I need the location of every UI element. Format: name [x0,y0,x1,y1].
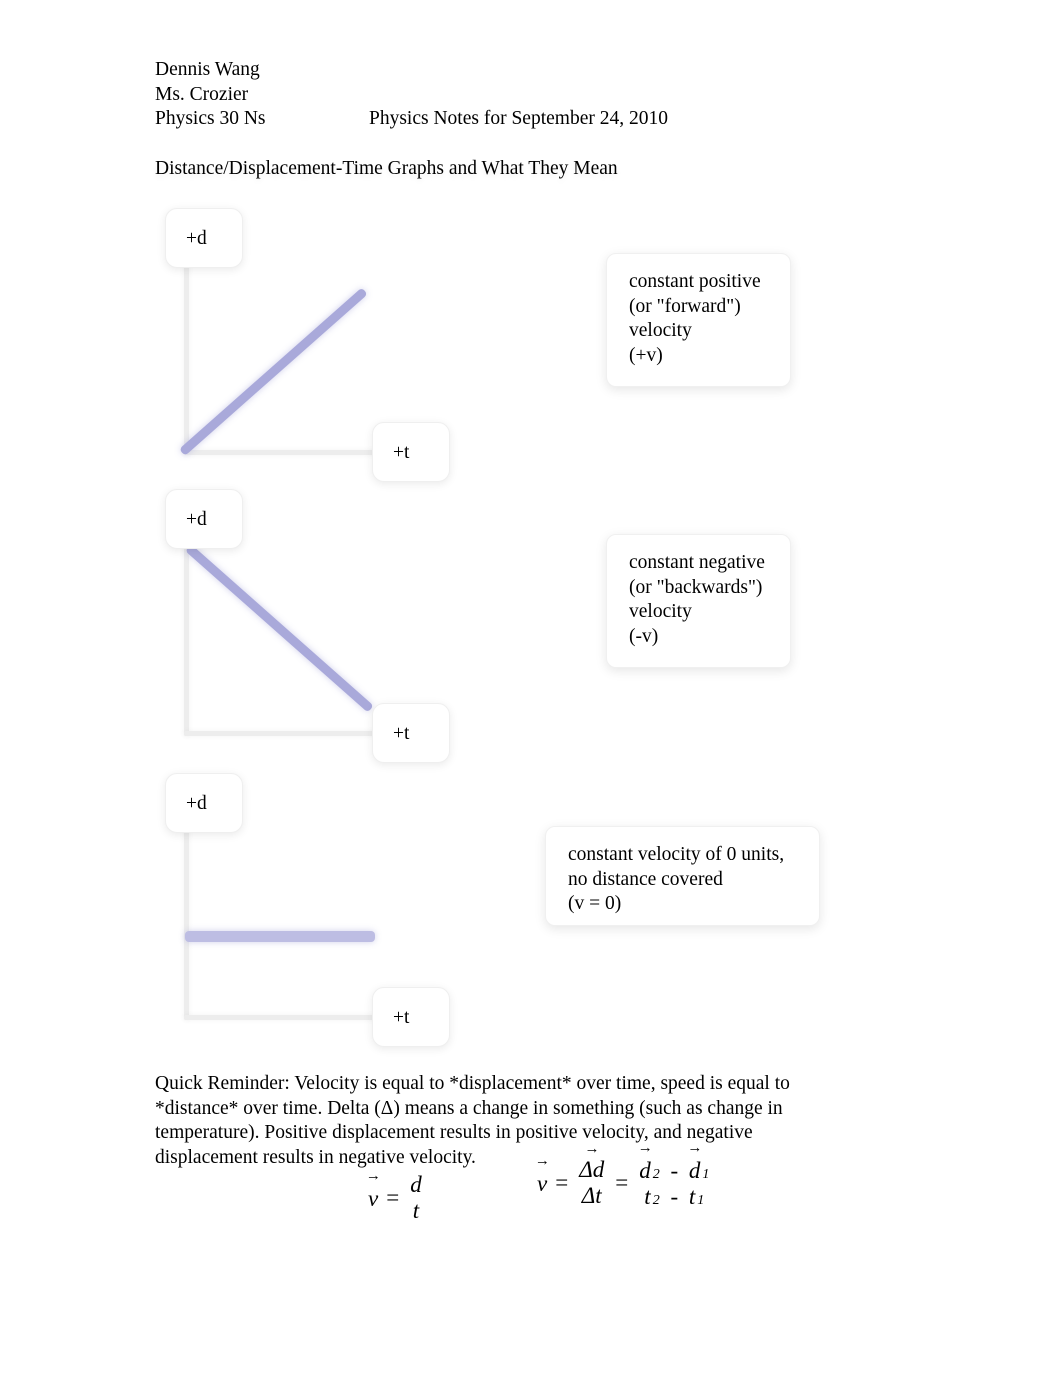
y-axis-label-box: +d [165,208,243,268]
formula-d2-vector: d [639,1156,651,1184]
reminder-paragraph: Quick Reminder: Velocity is equal to *di… [155,1073,790,1168]
formula-expanded-numerator: d2 - d1 [636,1156,712,1184]
formula-delta-d-vector: Δd [576,1157,607,1183]
formula-t1-term: t1 [689,1184,704,1210]
student-name: Dennis Wang [155,59,260,80]
y-axis-label-box: +d [165,773,243,833]
y-axis [184,825,189,1020]
formula-v-vector: v [368,1184,378,1212]
x-axis [184,731,384,736]
y-axis-label-text: +d [186,509,207,530]
formula-t2-subscript: 2 [652,1192,660,1208]
document-page: Dennis Wang Ms. Crozier Physics 30 Ns Ph… [0,0,1062,1377]
formula-numerator: d [410,1172,422,1197]
header-line-course: Physics 30 Ns Physics Notes for Septembe… [155,107,668,132]
formula-expanded-fraction: d2 - d1 t2 - t1 [636,1156,712,1210]
data-line-ascending [179,287,368,456]
formula-t2-term: t2 [644,1184,659,1210]
formula-denominator: t [412,1197,420,1223]
formula-d1-vector: d [689,1156,701,1184]
formula-t1-subscript: 1 [697,1192,705,1208]
formula-denominator-minus: - [670,1183,679,1209]
data-line-flat [185,931,375,942]
header-line-teacher: Ms. Crozier [155,83,266,108]
x-axis-label-box: +t [372,703,450,763]
formula-equals-1: = [555,1169,569,1195]
data-line-descending [185,544,374,713]
callout-zero-velocity: constant velocity of 0 units, no distanc… [545,826,820,926]
teacher-name: Ms. Crozier [155,83,249,105]
callout-positive-velocity: constant positive (or "forward") velocit… [606,253,791,387]
y-axis [184,260,189,455]
y-axis-label-box: +d [165,489,243,549]
formula-equals: = [386,1184,400,1210]
y-axis-label-text: +d [186,793,207,814]
course-name: Physics 30 Ns [155,108,266,130]
formula-expanded-denominator: t2 - t1 [641,1184,707,1210]
formula-speed: v = d t [368,1172,425,1224]
y-axis-label-text: +d [186,228,207,249]
formula-delta-t: Δt [581,1182,602,1208]
formula-d2-subscript: 2 [652,1167,660,1182]
header-line-name: Dennis Wang [155,58,266,83]
y-axis [184,541,189,736]
header-block: Dennis Wang Ms. Crozier Physics 30 Ns Ph… [155,58,668,132]
formula-delta-fraction: Δd Δt [576,1157,607,1209]
graph-constant-positive-velocity: +d +t [160,200,460,490]
formula-v-vector: v [537,1169,547,1197]
formula-d1-term: d1 [689,1156,710,1184]
graph-constant-negative-velocity: +d +t [160,481,460,771]
notes-title: Physics Notes for September 24, 2010 [369,108,668,130]
x-axis-label-box: +t [372,422,450,482]
page-title: Distance/Displacement-Time Graphs and Wh… [155,158,618,179]
formula-velocity-delta: v = Δd Δt = d2 - d1 t2 [537,1156,712,1210]
formula-d2-term: d2 [639,1156,660,1184]
formula-equals-2: = [615,1169,629,1195]
formula-fraction: d t [407,1172,425,1224]
x-axis [184,1015,384,1020]
callout-negative-velocity: constant negative (or "backwards") veloc… [606,534,791,668]
formula-numerator-minus: - [670,1158,679,1183]
graph-zero-velocity: +d +t [160,765,460,1055]
x-axis [184,450,384,455]
x-axis-label-text: +t [393,1007,410,1028]
x-axis-label-text: +t [393,442,410,463]
formula-d1-subscript: 1 [702,1167,710,1182]
x-axis-label-box: +t [372,987,450,1047]
x-axis-label-text: +t [393,723,410,744]
